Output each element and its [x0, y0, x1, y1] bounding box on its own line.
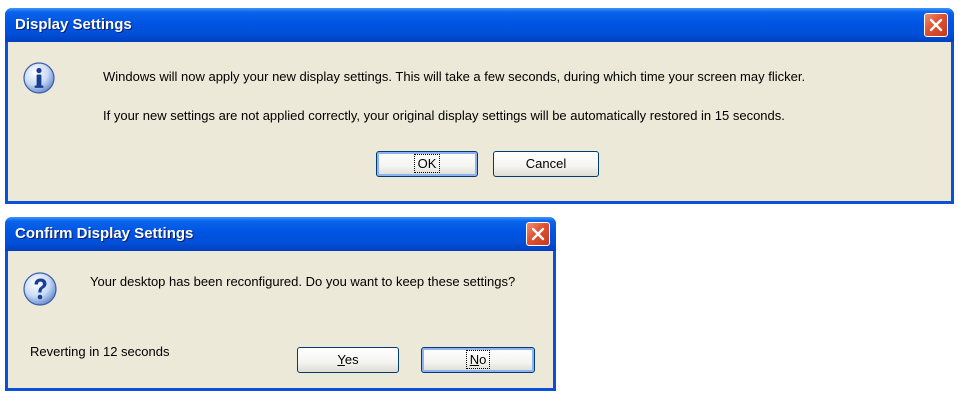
question-icon: [23, 272, 57, 306]
close-button[interactable]: [924, 13, 948, 37]
message-line-1: Windows will now apply your new display …: [103, 69, 806, 84]
yes-label-rest: es: [344, 352, 359, 367]
ok-button-label: OK: [413, 154, 441, 173]
dialog-title: Display Settings: [15, 16, 132, 33]
close-icon: [929, 18, 943, 32]
no-button-label: No: [465, 350, 491, 369]
dialog-title: Confirm Display Settings: [15, 225, 194, 242]
no-accelerator: N: [469, 352, 480, 367]
close-button[interactable]: [526, 222, 550, 246]
yes-accelerator: Y: [337, 352, 345, 367]
title-bar[interactable]: Display Settings: [5, 8, 954, 42]
close-icon: [531, 227, 545, 241]
title-bar[interactable]: Confirm Display Settings: [5, 217, 556, 251]
cancel-button-label: Cancel: [525, 156, 567, 171]
no-button[interactable]: No: [421, 347, 535, 373]
confirm-message: Your desktop has been reconfigured. Do y…: [90, 274, 516, 289]
countdown-text: Reverting in 12 seconds: [30, 344, 170, 359]
message-line-2: If your new settings are not applied cor…: [103, 108, 785, 123]
display-settings-dialog: Display Settings Windows will now apply …: [5, 8, 954, 204]
yes-button-label: Yes: [337, 352, 358, 367]
yes-button[interactable]: Yes: [297, 347, 399, 373]
no-label-rest: o: [479, 352, 487, 367]
cancel-button[interactable]: Cancel: [493, 151, 599, 177]
ok-button[interactable]: OK: [376, 151, 478, 177]
information-icon: [23, 62, 55, 94]
confirm-display-settings-dialog: Confirm Display Settings Your desktop ha…: [5, 217, 556, 391]
